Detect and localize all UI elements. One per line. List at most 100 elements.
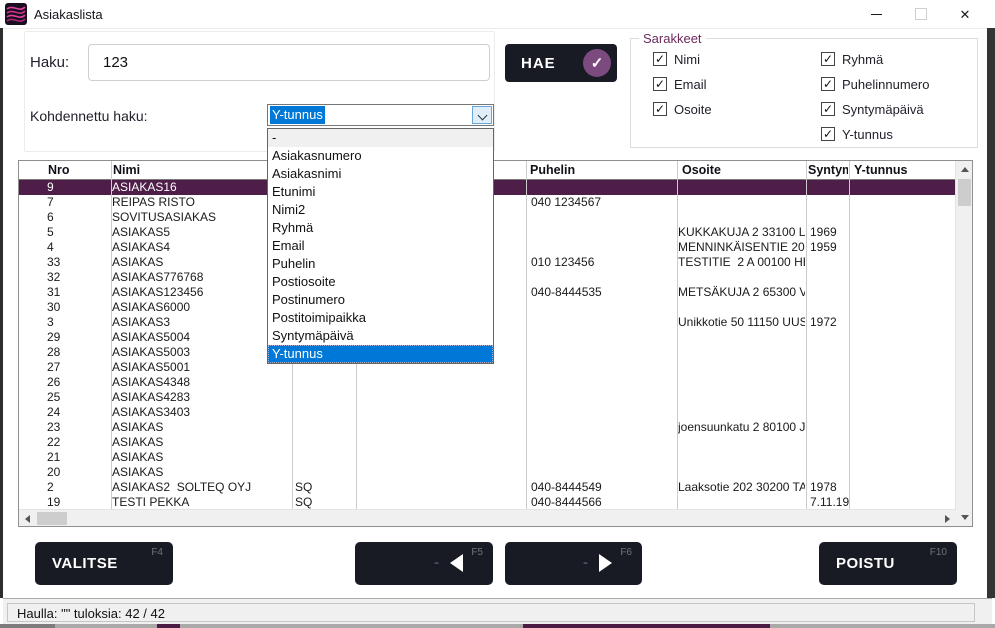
dropdown-option[interactable]: Postinumero (268, 291, 493, 309)
table-cell: 32 (47, 270, 107, 285)
table-cell: ASIAKAS5004 (112, 330, 287, 345)
window-border-right (987, 28, 995, 598)
dropdown-option[interactable]: Postiosoite (268, 273, 493, 291)
search-button[interactable]: HAE ✓ (505, 44, 617, 82)
table-row[interactable]: 21ASIAKAS (19, 450, 955, 465)
checkbox-label: Y-tunnus (842, 127, 893, 142)
search-input[interactable] (88, 44, 490, 81)
column-checkbox-ryhm-[interactable]: Ryhmä (821, 51, 929, 67)
table-cell: ASIAKAS16 (112, 180, 287, 195)
checkbox-checked-icon[interactable] (653, 77, 667, 91)
table-row[interactable]: 22ASIAKAS (19, 435, 955, 450)
checkbox-checked-icon[interactable] (821, 77, 835, 91)
column-header-syntym[interactable]: Syntym (808, 163, 848, 177)
targeted-search-label: Kohdennettu haku: (30, 108, 148, 124)
table-cell (531, 345, 671, 360)
scroll-down-button[interactable] (956, 509, 973, 526)
table-cell (531, 330, 671, 345)
table-cell (295, 420, 350, 435)
table-cell: 25 (47, 390, 107, 405)
previous-button[interactable]: - F5 (355, 542, 493, 585)
column-checkbox-nimi[interactable]: Nimi (653, 51, 712, 67)
scroll-right-button[interactable] (939, 510, 956, 527)
horizontal-scrollbar[interactable] (19, 509, 956, 526)
vertical-scrollbar[interactable] (955, 161, 972, 526)
arrow-down-icon (961, 515, 969, 520)
table-cell: 9 (47, 180, 107, 195)
table-cell (295, 435, 350, 450)
table-cell: 33 (47, 255, 107, 270)
combobox-dropdown-button[interactable] (472, 106, 492, 124)
column-checkbox-puhelinnumero[interactable]: Puhelinnumero (821, 76, 929, 92)
background-window-edge (0, 624, 995, 628)
table-cell: 4 (47, 240, 107, 255)
table-cell (854, 330, 949, 345)
table-cell: ASIAKAS (112, 450, 287, 465)
valitse-button[interactable]: VALITSE F4 (35, 542, 173, 585)
next-button[interactable]: - F6 (505, 542, 642, 585)
dropdown-option[interactable]: Etunimi (268, 183, 493, 201)
column-checkbox-osoite[interactable]: Osoite (653, 101, 712, 117)
columns-checkbox-column-right: Ryhmä Puhelinnumero Syntymäpäivä Y-tunnus (821, 51, 929, 142)
minimize-button[interactable] (854, 0, 898, 28)
dropdown-option[interactable]: Email (268, 237, 493, 255)
table-row[interactable]: 23ASIAKASjoensuunkatu 2 80100 Jo (19, 420, 955, 435)
table-row[interactable]: 2ASIAKAS2 SOLTEQ OYJSQ040-8444549Laaksot… (19, 480, 955, 495)
dropdown-option[interactable]: Ryhmä (268, 219, 493, 237)
close-button[interactable]: ✕ (943, 0, 987, 28)
table-cell: ASIAKAS6000 (112, 300, 287, 315)
table-cell (678, 300, 805, 315)
horizontal-scroll-thumb[interactable] (37, 512, 67, 525)
table-cell: 3 (47, 315, 107, 330)
scroll-up-button[interactable] (956, 161, 973, 178)
column-header-puhelin[interactable]: Puhelin (530, 163, 640, 177)
dropdown-option[interactable]: Postitoimipaikka (268, 309, 493, 327)
table-cell (678, 210, 805, 225)
dropdown-option[interactable]: Puhelin (268, 255, 493, 273)
column-checkbox-email[interactable]: Email (653, 76, 712, 92)
column-header-nro[interactable]: Nro (48, 163, 108, 177)
checkbox-checked-icon[interactable] (653, 52, 667, 66)
maximize-icon (915, 8, 927, 20)
table-cell (531, 360, 671, 375)
checkbox-checked-icon[interactable] (653, 102, 667, 116)
table-row[interactable]: 24ASIAKAS3403 (19, 405, 955, 420)
column-checkbox-y-tunnus[interactable]: Y-tunnus (821, 126, 929, 142)
table-cell (531, 465, 671, 480)
table-row[interactable]: 20ASIAKAS (19, 465, 955, 480)
table-cell (295, 390, 350, 405)
scroll-left-button[interactable] (19, 510, 36, 527)
dropdown-option[interactable]: Y-tunnus (268, 345, 493, 363)
column-separator (111, 161, 112, 509)
poistu-button[interactable]: POISTU F10 (819, 542, 957, 585)
checkbox-checked-icon[interactable] (821, 52, 835, 66)
column-header-y-tunnus[interactable]: Y-tunnus (854, 163, 944, 177)
table-row[interactable]: 19TESTI PEKKASQ040-84445667.11.19 (19, 495, 955, 510)
status-box: Haulla: "" tuloksia: 42 / 42 (7, 603, 975, 622)
checkbox-checked-icon[interactable] (821, 127, 835, 141)
checkbox-checked-icon[interactable] (821, 102, 835, 116)
table-row[interactable]: 25ASIAKAS4283 (19, 390, 955, 405)
dropdown-option[interactable]: Asiakasnimi (268, 165, 493, 183)
targeted-search-combobox[interactable]: Y-tunnus (267, 104, 494, 126)
table-cell (854, 240, 949, 255)
dropdown-option[interactable]: Nimi2 (268, 201, 493, 219)
table-cell: Unikkotie 50 11150 UUSI (678, 315, 805, 330)
column-header-osoite[interactable]: Osoite (682, 163, 792, 177)
column-checkbox-syntym-p-iv-[interactable]: Syntymäpäivä (821, 101, 929, 117)
table-cell (854, 300, 949, 315)
table-cell: 28 (47, 345, 107, 360)
table-cell (854, 285, 949, 300)
table-row[interactable]: 26ASIAKAS4348 (19, 375, 955, 390)
maximize-button[interactable] (899, 0, 943, 28)
vertical-scroll-thumb[interactable] (958, 179, 971, 206)
dropdown-option[interactable]: Syntymäpäivä (268, 327, 493, 345)
next-fkey-label: F6 (620, 547, 632, 558)
table-cell: SOVITUSASIAKAS (112, 210, 287, 225)
dropdown-option[interactable]: Asiakasnumero (268, 147, 493, 165)
dropdown-option[interactable]: - (268, 129, 493, 147)
columns-checkbox-column-left: Nimi Email Osoite (653, 51, 712, 117)
table-cell (531, 315, 671, 330)
table-cell: ASIAKAS2 SOLTEQ OYJ (112, 480, 287, 495)
column-header-nimi[interactable]: Nimi (113, 163, 273, 177)
